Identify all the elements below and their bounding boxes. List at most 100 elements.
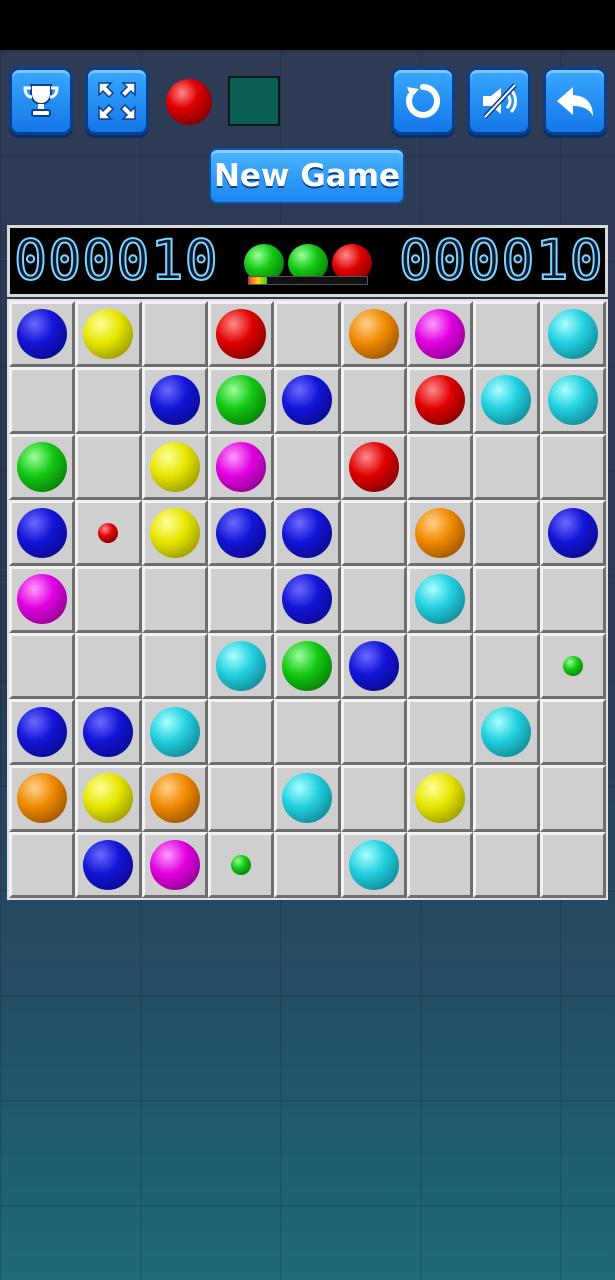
board-cell[interactable] [539,632,606,699]
back-button[interactable] [543,67,607,135]
fullscreen-button[interactable] [85,67,149,135]
blue-ball[interactable] [83,839,134,890]
board-cell[interactable] [274,367,341,434]
blue-ball[interactable] [282,375,333,426]
blue-ball[interactable] [17,707,68,758]
green-ball[interactable] [17,441,68,492]
trophy-button[interactable] [9,67,73,135]
board-cell[interactable] [9,500,76,567]
new-game-button[interactable]: New Game [209,148,405,204]
board-cell[interactable] [208,500,275,567]
board-cell[interactable] [539,301,606,368]
board-cell[interactable] [340,632,407,699]
board-cell[interactable] [141,699,208,766]
orange-ball[interactable] [149,773,200,824]
board-cell[interactable] [208,367,275,434]
board-cell[interactable] [274,831,341,898]
board-cell[interactable] [539,765,606,832]
board-cell[interactable] [407,699,474,766]
board-cell[interactable] [9,765,76,832]
board-cell[interactable] [274,566,341,633]
board-cell[interactable] [407,500,474,567]
board-cell[interactable] [407,765,474,832]
board-cell[interactable] [340,765,407,832]
sound-button[interactable] [467,67,531,135]
board-cell[interactable] [141,632,208,699]
board-cell[interactable] [141,566,208,633]
board-cell[interactable] [75,831,142,898]
board-cell[interactable] [75,367,142,434]
blue-ball[interactable] [17,508,68,559]
board-cell[interactable] [274,699,341,766]
blue-ball[interactable] [216,508,267,559]
blue-ball[interactable] [17,309,68,360]
board-cell[interactable] [9,699,76,766]
board-cell[interactable] [75,765,142,832]
board-cell[interactable] [274,632,341,699]
board-cell[interactable] [141,301,208,368]
board-cell[interactable] [539,831,606,898]
board-cell[interactable] [141,367,208,434]
cyan-ball[interactable] [481,375,532,426]
board-cell[interactable] [407,433,474,500]
board-cell[interactable] [274,433,341,500]
board-cell[interactable] [75,566,142,633]
magenta-ball[interactable] [149,839,200,890]
board-cell[interactable] [141,500,208,567]
blue-ball[interactable] [348,640,399,691]
small-green-ball[interactable] [562,655,583,676]
board-cell[interactable] [208,433,275,500]
board-cell[interactable] [407,632,474,699]
board-cell[interactable] [9,831,76,898]
board-cell[interactable] [9,301,76,368]
board-cell[interactable] [9,632,76,699]
board-cell[interactable] [473,367,540,434]
board-cell[interactable] [9,367,76,434]
board-cell[interactable] [75,500,142,567]
green-ball[interactable] [282,640,333,691]
yellow-ball[interactable] [149,508,200,559]
board-cell[interactable] [141,433,208,500]
small-green-ball[interactable] [231,854,252,875]
board-cell[interactable] [208,632,275,699]
cyan-ball[interactable] [547,309,598,360]
board-cell[interactable] [539,500,606,567]
board-cell[interactable] [407,367,474,434]
orange-ball[interactable] [415,508,466,559]
board-cell[interactable] [473,765,540,832]
board-cell[interactable] [141,831,208,898]
board-cell[interactable] [208,699,275,766]
board-cell[interactable] [340,566,407,633]
board-cell[interactable] [340,367,407,434]
cyan-ball[interactable] [282,773,333,824]
board-cell[interactable] [473,831,540,898]
board-cell[interactable] [141,765,208,832]
board-cell[interactable] [9,566,76,633]
magenta-ball[interactable] [17,574,68,625]
cyan-ball[interactable] [348,839,399,890]
board-cell[interactable] [407,566,474,633]
board-cell[interactable] [340,433,407,500]
blue-ball[interactable] [149,375,200,426]
cyan-ball[interactable] [149,707,200,758]
board-cell[interactable] [539,367,606,434]
blue-ball[interactable] [282,574,333,625]
orange-ball[interactable] [348,309,399,360]
board-cell[interactable] [407,831,474,898]
board-cell[interactable] [75,632,142,699]
board-cell[interactable] [539,433,606,500]
green-ball[interactable] [216,375,267,426]
board-cell[interactable] [407,301,474,368]
board-cell[interactable] [75,301,142,368]
yellow-ball[interactable] [83,773,134,824]
orange-ball[interactable] [17,773,68,824]
board-cell[interactable] [9,433,76,500]
yellow-ball[interactable] [83,309,134,360]
board-cell[interactable] [340,301,407,368]
board-cell[interactable] [539,566,606,633]
yellow-ball[interactable] [415,773,466,824]
board-cell[interactable] [539,699,606,766]
board-cell[interactable] [208,831,275,898]
board-cell[interactable] [473,632,540,699]
board-cell[interactable] [75,699,142,766]
